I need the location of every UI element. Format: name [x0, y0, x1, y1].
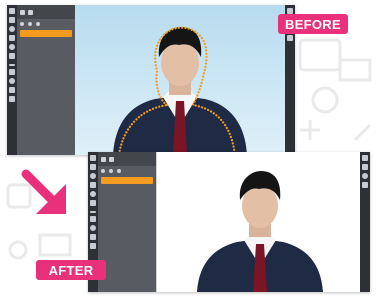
layer-tool-icon[interactable] [9, 87, 15, 93]
settings-icon[interactable] [287, 35, 293, 41]
select-tool-icon[interactable] [9, 17, 15, 23]
home-icon[interactable] [90, 155, 96, 161]
home-icon[interactable] [9, 8, 15, 14]
brush-tool-icon[interactable] [9, 44, 15, 50]
undo-icon[interactable] [362, 155, 368, 161]
fill-tool-icon[interactable] [90, 225, 96, 231]
arrow-icon [21, 169, 66, 214]
crop-tool-icon[interactable] [90, 182, 96, 188]
panel-icon-2 [28, 9, 33, 15]
select-tool-icon[interactable] [90, 164, 96, 170]
option-icon[interactable] [20, 22, 24, 26]
text-tool-icon[interactable] [90, 216, 96, 222]
before-editor-window [7, 5, 295, 155]
panel-icon [20, 9, 25, 15]
after-label: AFTER [36, 260, 106, 280]
option-icon[interactable] [101, 169, 105, 173]
export-icon[interactable] [362, 173, 368, 179]
redo-icon[interactable] [362, 164, 368, 170]
option-icon[interactable] [36, 22, 40, 26]
line-tool-icon[interactable] [9, 64, 15, 66]
option-icon[interactable] [28, 22, 32, 26]
brush-tool-icon[interactable] [90, 191, 96, 197]
text-tool-icon[interactable] [9, 69, 15, 75]
layer-tool-icon[interactable] [90, 234, 96, 240]
photo-canvas[interactable] [156, 152, 360, 292]
apply-button[interactable] [101, 177, 153, 184]
eraser-tool-icon[interactable] [9, 53, 15, 59]
apply-button[interactable] [20, 30, 72, 37]
tool-settings-panel [17, 5, 75, 155]
option-icon[interactable] [109, 169, 113, 173]
after-editor-window [88, 152, 370, 292]
cutout-portrait [197, 171, 323, 292]
zoom-tool-icon[interactable] [90, 243, 96, 249]
line-tool-icon[interactable] [90, 211, 96, 213]
panel-icon-2 [109, 156, 114, 162]
before-label: BEFORE [278, 14, 348, 34]
crop-tool-icon[interactable] [9, 35, 15, 41]
panel-header [98, 152, 156, 166]
right-toolbar [360, 152, 370, 292]
panel-icon [101, 156, 106, 162]
lasso-tool-icon[interactable] [90, 173, 96, 179]
eraser-tool-icon[interactable] [90, 200, 96, 206]
photo-canvas[interactable] [75, 5, 285, 155]
zoom-tool-icon[interactable] [9, 96, 15, 102]
left-toolbar [7, 5, 17, 155]
panel-header [17, 5, 75, 19]
panel-options-row [17, 19, 75, 26]
fill-tool-icon[interactable] [9, 78, 15, 84]
option-icon[interactable] [117, 169, 121, 173]
lasso-tool-icon[interactable] [9, 26, 15, 32]
panel-options-row [98, 166, 156, 173]
portrait-photo [113, 26, 247, 155]
tool-settings-panel [98, 152, 156, 292]
settings-icon[interactable] [362, 182, 368, 188]
